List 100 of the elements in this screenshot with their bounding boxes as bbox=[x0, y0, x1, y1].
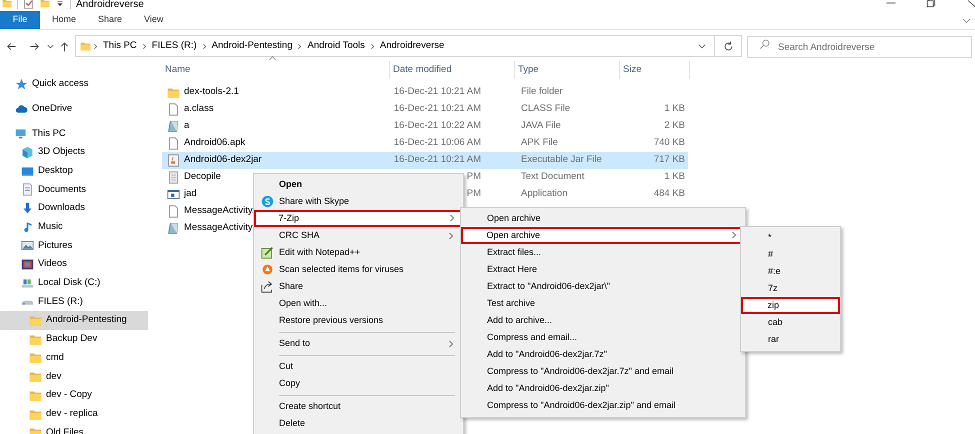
up-icon bbox=[58, 40, 70, 52]
sidebar-item[interactable]: Documents bbox=[0, 180, 148, 200]
sidebar-item[interactable]: Local Disk (C:) bbox=[0, 274, 148, 293]
computer-icon bbox=[15, 127, 28, 140]
script-file-icon bbox=[167, 120, 180, 133]
file-row[interactable]: Android06-dex2jar 16-Dec-21 10:21 AM Executable Jar File 717 KB bbox=[162, 152, 688, 169]
menu-item[interactable]: cab bbox=[741, 314, 840, 331]
menu-item[interactable]: Scan selected items for viruses bbox=[254, 261, 463, 278]
file-type: File folder bbox=[521, 86, 563, 98]
ribbon-tab[interactable]: View bbox=[134, 11, 174, 29]
sidebar-item[interactable]: Downloads bbox=[0, 199, 148, 218]
file-type: JAVA File bbox=[521, 120, 561, 132]
menu-item[interactable]: Add to "Android06-dex2jar.zip" bbox=[461, 380, 745, 397]
folder-icon bbox=[29, 370, 42, 384]
menu-item[interactable]: Share with Skype bbox=[254, 193, 463, 210]
file-size: 1 KB bbox=[664, 103, 685, 114]
menu-item[interactable]: Add to "Android06-dex2jar.7z" bbox=[461, 346, 745, 363]
menu-item[interactable]: Send to bbox=[254, 335, 463, 352]
date-modified: PM bbox=[466, 170, 481, 184]
restore-icon[interactable] bbox=[925, 0, 937, 9]
application-icon bbox=[167, 188, 180, 201]
window-title: Androidreverse bbox=[76, 0, 144, 12]
file-name: Android06.apk bbox=[184, 136, 246, 150]
sidebar-item[interactable]: Pictures bbox=[0, 236, 148, 256]
menu-item[interactable]: Restore previous versions bbox=[254, 312, 463, 329]
up-button[interactable] bbox=[58, 40, 70, 52]
menu-item[interactable]: Edit with Notepad++ bbox=[254, 244, 463, 261]
breadcrumb-item[interactable]: FILES (R:) bbox=[148, 38, 200, 54]
date-modified: 16-Dec-21 10:06 AM bbox=[392, 136, 481, 150]
file-name: jad bbox=[184, 187, 197, 202]
file-type: Application bbox=[521, 188, 568, 200]
file-name: MessageActivity. bbox=[184, 204, 255, 218]
menu-item[interactable]: Cut bbox=[254, 358, 463, 375]
ribbon-tab[interactable]: Home bbox=[42, 11, 86, 29]
sidebar-item[interactable]: dev bbox=[0, 367, 148, 386]
column-header[interactable]: Size bbox=[620, 61, 690, 79]
menu-item[interactable]: rar bbox=[741, 331, 840, 348]
breadcrumb-item[interactable]: Android Tools bbox=[304, 38, 368, 54]
menu-item[interactable]: Create shortcut bbox=[254, 398, 463, 415]
sidebar-item[interactable]: dev - replica bbox=[0, 404, 148, 424]
menu-item[interactable]: Compress to "Android06-dex2jar.zip" and email bbox=[461, 397, 745, 414]
search-icon bbox=[759, 38, 770, 50]
menu-item[interactable]: Delete bbox=[254, 415, 463, 432]
sidebar-item[interactable]: cmd bbox=[0, 348, 148, 368]
column-header[interactable]: Date modified bbox=[390, 61, 515, 79]
breadcrumb-item[interactable]: This PC bbox=[100, 38, 140, 54]
sidebar-item[interactable]: 3D Objects bbox=[0, 143, 148, 162]
date-modified: 16-Dec-21 10:21 AM bbox=[392, 153, 481, 168]
notepad-icon bbox=[261, 246, 274, 259]
sidebar-item[interactable]: Videos bbox=[0, 255, 148, 274]
folder-icon bbox=[29, 332, 42, 346]
breadcrumb-item[interactable]: Androidreverse bbox=[376, 38, 448, 54]
share-icon bbox=[261, 280, 274, 293]
address-bar[interactable]: This PC FILES (R:) Android-Pentesting Android Tools Androidreverse bbox=[75, 35, 715, 57]
file-name: Decopile bbox=[184, 170, 221, 184]
menu-item[interactable]: Open archive bbox=[461, 210, 745, 227]
menu-item[interactable]: zip bbox=[741, 297, 840, 314]
sidebar-item[interactable]: This PC bbox=[0, 124, 148, 144]
menu-item[interactable]: # bbox=[741, 246, 840, 263]
sidebar-item[interactable]: Music bbox=[0, 218, 148, 236]
star-icon bbox=[15, 78, 28, 91]
disk-drive-icon bbox=[21, 276, 34, 290]
column-header[interactable]: Type bbox=[515, 61, 620, 79]
cube-icon bbox=[21, 146, 34, 159]
menu-item[interactable]: Open bbox=[254, 176, 463, 193]
sidebar-item[interactable]: Android-Pentesting bbox=[0, 311, 148, 330]
menu-item[interactable]: Share bbox=[254, 278, 463, 295]
file-menu-button[interactable]: File bbox=[0, 11, 40, 29]
file-size: 484 KB bbox=[654, 188, 685, 200]
menu-item[interactable]: 7z bbox=[741, 280, 840, 297]
file-name: a.class bbox=[184, 102, 214, 116]
file-size: 1 KB bbox=[664, 171, 685, 182]
ribbon-tab[interactable]: Share bbox=[88, 11, 132, 29]
sidebar-item[interactable]: Backup Dev bbox=[0, 330, 148, 349]
sidebar-item[interactable]: Quick access bbox=[0, 75, 148, 94]
sidebar-item[interactable]: OneDrive bbox=[0, 100, 148, 118]
menu-item[interactable]: Compress to "Android06-dex2jar.7z" and email bbox=[461, 363, 745, 380]
file-type: CLASS File bbox=[521, 103, 570, 114]
menu-item[interactable]: Open with... bbox=[254, 295, 463, 312]
refresh-button[interactable] bbox=[715, 35, 742, 57]
search-field[interactable]: Search Androidreverse bbox=[747, 36, 972, 58]
sidebar-item[interactable]: FILES (R:) bbox=[0, 292, 148, 312]
breadcrumb-item[interactable]: Android-Pentesting bbox=[208, 38, 296, 54]
menu-item[interactable]: CRC SHA bbox=[254, 227, 463, 244]
menu-item[interactable]: 7-Zip bbox=[254, 210, 463, 227]
document-icon bbox=[167, 205, 180, 218]
sidebar-item[interactable]: dev - Copy bbox=[0, 386, 148, 405]
folder-icon bbox=[167, 86, 180, 99]
file-name: dex-tools-2.1 bbox=[184, 85, 239, 100]
document-icon bbox=[167, 103, 180, 116]
file-size: 717 KB bbox=[654, 154, 685, 166]
column-header[interactable]: Name bbox=[162, 61, 390, 79]
sidebar-item[interactable]: Desktop bbox=[0, 162, 148, 180]
script-file-icon bbox=[167, 222, 180, 235]
properties-icon[interactable] bbox=[23, 0, 35, 9]
folder-icon bbox=[29, 314, 42, 328]
menu-item[interactable]: #:e bbox=[741, 263, 840, 280]
back-icon bbox=[6, 40, 16, 52]
pictures-icon bbox=[21, 239, 34, 252]
menu-item[interactable]: Copy bbox=[254, 375, 463, 392]
